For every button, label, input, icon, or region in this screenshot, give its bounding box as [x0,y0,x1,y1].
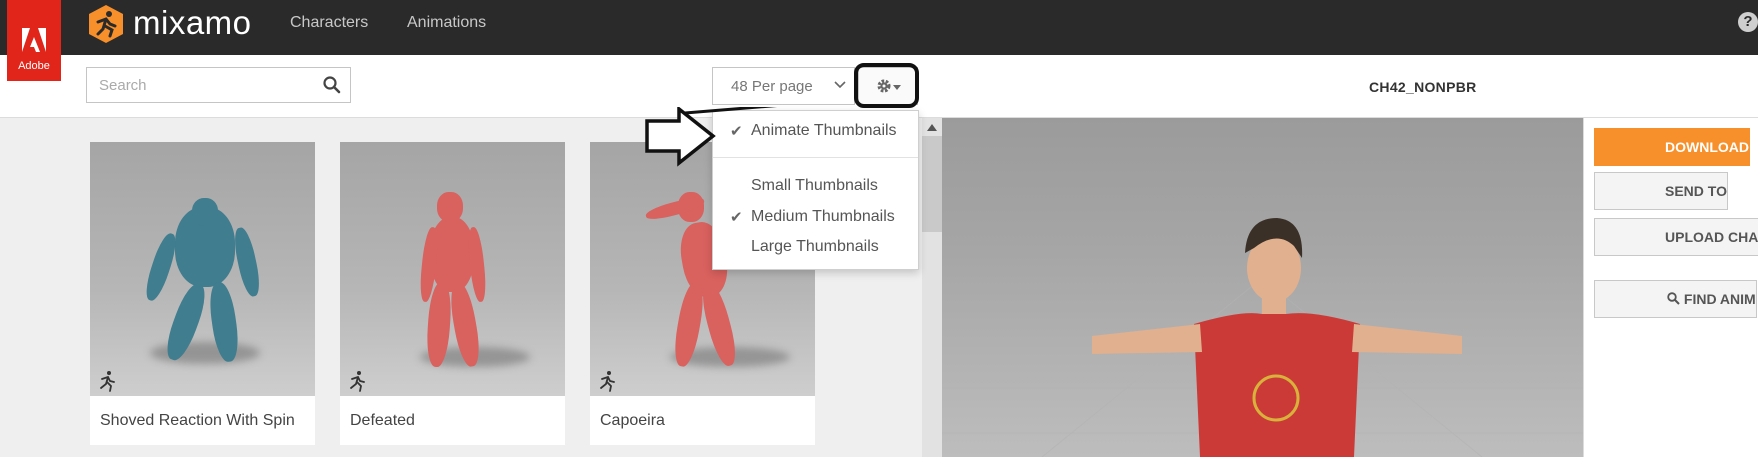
help-icon[interactable]: ? [1738,12,1758,32]
viewer-header: CH42_NONPBR [942,55,1758,118]
scroll-up-arrow-icon[interactable] [927,124,937,131]
animation-thumbnail[interactable] [90,142,315,396]
animation-name: Shoved Reaction With Spin [100,412,295,429]
find-animations-label: FIND ANIM [1683,291,1756,307]
adobe-logo[interactable]: Adobe [7,0,61,81]
animation-card[interactable]: Defeated [340,142,565,445]
menu-item-small-thumbnails[interactable]: Small Thumbnails [751,177,878,195]
running-man-icon [100,371,115,392]
search-input[interactable] [87,68,331,102]
nav-animations[interactable]: Animations [407,14,486,32]
per-page-value: 48 Per page [731,78,813,95]
search-icon[interactable] [323,76,341,94]
download-button[interactable]: DOWNLOAD [1594,128,1750,166]
animation-name: Capoeira [600,412,665,429]
running-man-icon [350,371,365,392]
running-man-icon [600,371,615,392]
per-page-select[interactable]: 48 Per page [712,67,855,105]
animation-name: Defeated [350,412,415,429]
mixamo-logo-icon[interactable] [86,4,126,44]
brand-name: mixamo [133,4,252,41]
adobe-label: Adobe [18,60,50,72]
side-panel: DOWNLOAD SEND TO UPLOAD CHA FIND ANIM [1583,118,1758,457]
send-to-button[interactable]: SEND TO [1594,172,1728,210]
character-viewport[interactable] [942,118,1583,457]
highlight-annotation-box [854,63,919,108]
chevron-down-icon [834,81,846,89]
menu-item-large-thumbnails[interactable]: Large Thumbnails [751,238,879,256]
menu-item-medium-thumbnails[interactable]: Medium Thumbnails [751,208,895,226]
character-model [942,218,1583,457]
search-box[interactable] [86,67,351,103]
character-name: CH42_NONPBR [1369,79,1477,95]
top-bar [0,0,1758,55]
animation-thumbnail[interactable] [340,142,565,396]
nav-characters[interactable]: Characters [290,14,368,32]
find-animations-button[interactable]: FIND ANIM [1594,280,1757,318]
animation-card[interactable]: Shoved Reaction With Spin [90,142,315,445]
search-icon [1667,292,1680,305]
annotation-arrow-icon [645,107,778,167]
upload-character-button[interactable]: UPLOAD CHA [1594,218,1758,256]
scrollbar-thumb[interactable] [922,136,942,232]
adobe-icon [22,28,46,52]
check-icon: ✔ [730,209,743,226]
